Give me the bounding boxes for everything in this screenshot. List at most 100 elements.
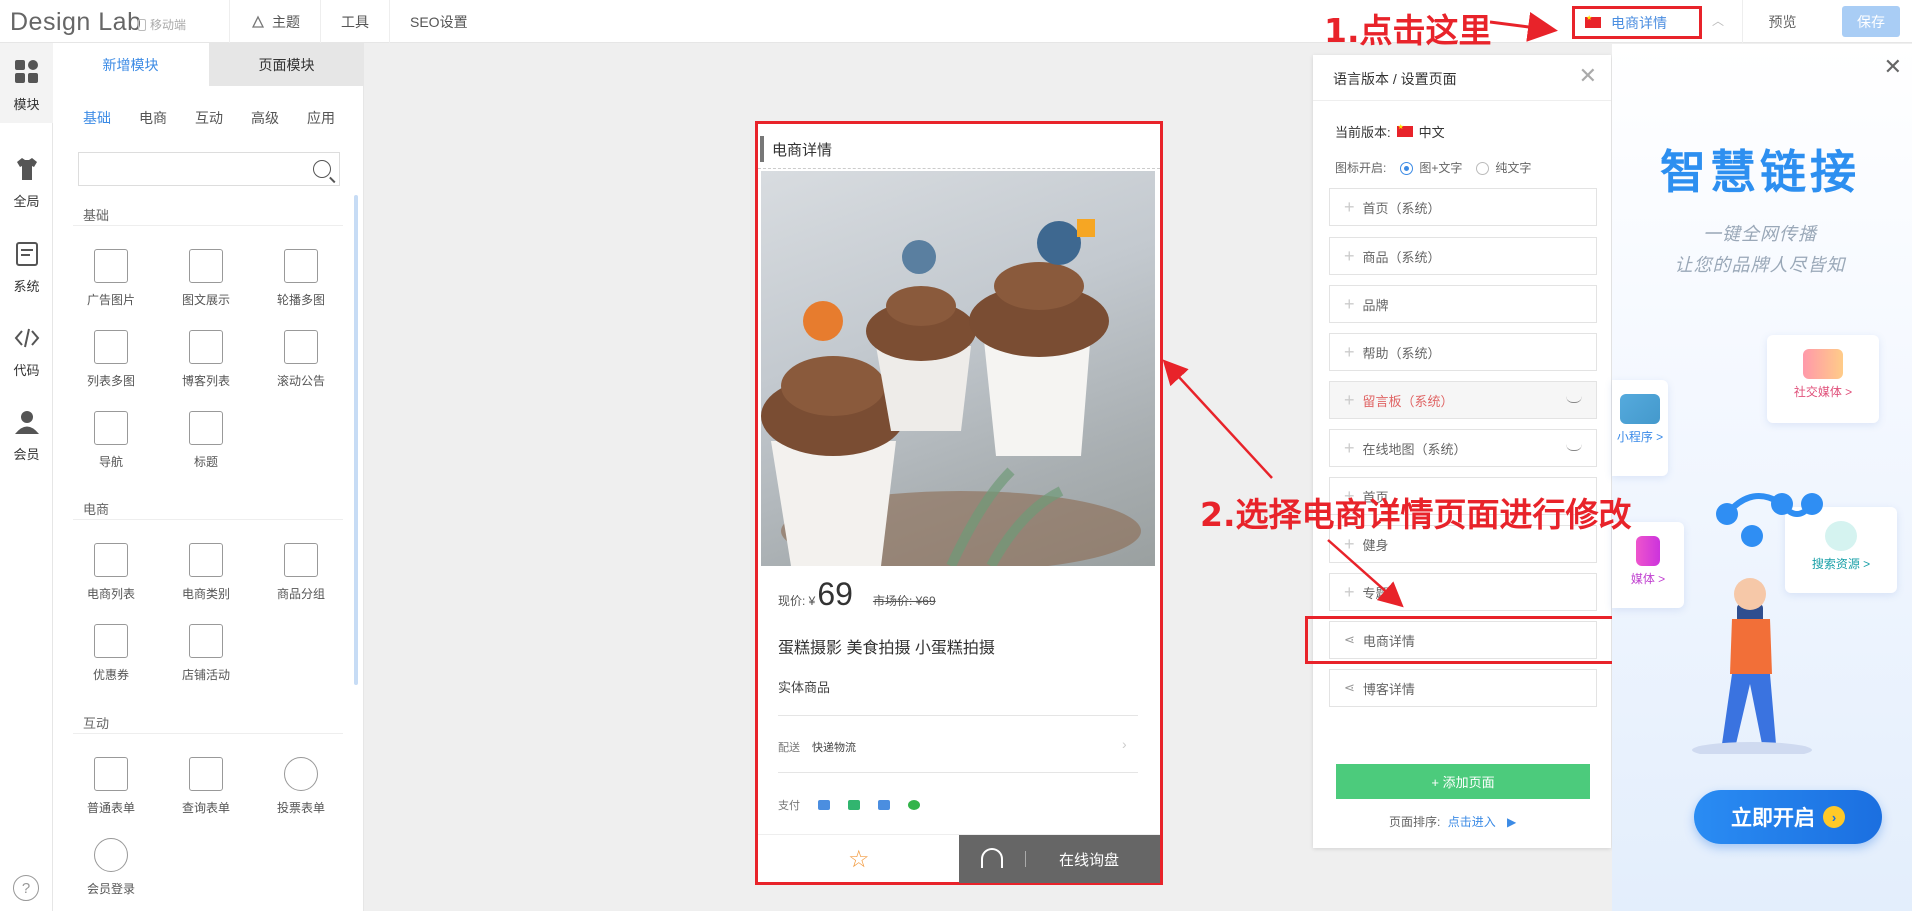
page-item[interactable]: + 首页（系统） [1329,188,1597,226]
social-media-icon [1803,349,1843,379]
rail-label: 模块 [13,97,40,112]
module-vote-form[interactable]: 投票表单 [261,757,341,816]
module-image-text[interactable]: 图文展示 [166,249,246,308]
module-ecom-category[interactable]: 电商类别 [166,543,246,602]
wechat-icon [908,800,920,810]
ad-card-social[interactable]: 社交媒体 > [1767,335,1879,423]
module-store-activity[interactable]: 店铺活动 [166,624,246,683]
page-sort-link[interactable]: 点击进入 [1448,815,1496,829]
rail-item-global[interactable]: 全局 [0,140,53,220]
nav-tools[interactable]: 工具 [320,0,389,43]
rail-item-system[interactable]: 系统 [0,225,53,305]
module-carousel[interactable]: 轮播多图 [261,249,341,308]
shipping-row[interactable]: 配送 快递物流 [778,739,856,755]
cta-label: 立即开启 [1731,807,1815,830]
plus-icon: + [1344,245,1355,266]
divider [758,168,1160,169]
plus-icon: + [1344,533,1355,554]
rail-item-member[interactable]: 会员 [0,393,53,473]
page-item[interactable]: + 商品（系统） [1329,237,1597,275]
start-now-button[interactable]: 立即开启 › [1694,790,1882,844]
subtab-apps[interactable]: 应用 [307,108,363,128]
module-blog-list[interactable]: 博客列表 [166,330,246,389]
module-search-input[interactable] [78,152,340,186]
china-flag-icon [1396,123,1413,137]
user-icon [14,411,39,434]
eye-closed-icon[interactable] [1566,396,1582,403]
arrow-to-phone [1162,359,1273,479]
subtab-ecom[interactable]: 电商 [139,108,195,128]
radio-checked [1400,162,1414,176]
current-version: 当前版本: 中文 [1335,122,1445,141]
module-member-login[interactable]: 会员登录 [71,838,151,897]
module-list-images[interactable]: 列表多图 [71,330,151,389]
rail-item-code[interactable]: 代码 [0,309,53,389]
radio-text-only[interactable]: 纯文字 [1476,159,1531,176]
page-item[interactable]: + 帮助（系统） [1329,333,1597,371]
module-title[interactable]: 标题 [166,411,246,470]
search-icon[interactable] [313,160,331,178]
code-icon [14,328,39,348]
phone-preview: 电商详情 现价: ¥ 69 市场价: ¥69 蛋糕摄影 美食拍摄 小蛋糕拍摄 实… [755,121,1163,885]
page-item[interactable]: + 在线地图（系统） [1329,429,1597,467]
subtab-interact[interactable]: 互动 [195,108,251,128]
highlight-box [1305,616,1629,664]
tab-add-module[interactable]: 新增模块 [53,43,208,86]
ad-card-label: 社交媒体 > [1793,385,1853,399]
mobile-mode-toggle[interactable]: 移动端 [138,16,186,33]
help-icon[interactable]: ? [13,875,39,901]
subtab-basic[interactable]: 基础 [83,108,139,128]
eye-closed-icon[interactable] [1566,444,1582,451]
favorite-star-icon[interactable]: ☆ [848,845,870,874]
search-doc-icon [189,757,223,791]
module-label: 普通表单 [86,801,135,815]
add-page-button[interactable]: + 添加页面 [1336,764,1590,799]
module-label: 电商类别 [181,587,230,601]
close-icon[interactable]: ✕ [1884,54,1902,80]
mobile-tag-label: 移动端 [150,18,187,32]
page-select-dropdown[interactable]: 电商详情 [1572,6,1702,39]
module-nav[interactable]: 导航 [71,411,151,470]
plus-icon: + [1344,196,1355,217]
close-icon[interactable]: ✕ [1579,63,1597,89]
shirt-icon [16,158,37,180]
nav-theme[interactable]: 主题 [229,0,320,43]
online-inquiry-button[interactable]: 在线询盘 [959,835,1160,883]
preview-button[interactable]: 预览 [1742,0,1822,43]
page-item[interactable]: + 品牌 [1329,285,1597,323]
top-bar: Design Lab 移动端 主题 工具 SEO设置 1.点击这里 电商详情 ︿… [0,0,1912,50]
ad-panel: ✕ 智慧链接 一键全网传播 让您的品牌人尽皆知 社交媒体 > 小程序 > 媒体 … [1612,44,1912,911]
page-select-label: 电商详情 [1611,14,1667,31]
page-sort-label: 页面排序: [1389,815,1441,829]
shield-icon [848,800,860,810]
product-name: 蛋糕摄影 美食拍摄 小蛋糕拍摄 [778,640,995,657]
annotation-step1: 1.点击这里 [1324,11,1492,50]
person-illustration [1692,493,1823,754]
cupcake-illustration [761,219,1141,566]
module-coupon[interactable]: 优惠券 [71,624,151,683]
page-item[interactable]: + 留言板（系统） [1329,381,1597,419]
chevron-up-icon[interactable]: ︿ [1712,12,1724,29]
module-ecom-list[interactable]: 电商列表 [71,543,151,602]
rail-item-modules[interactable]: 模块 [0,43,53,123]
payment-label: 支付 [778,800,800,812]
panel-scrollbar[interactable] [354,195,358,685]
page-item[interactable]: + 专题 [1329,573,1597,611]
product-image[interactable] [761,171,1155,566]
module-label: 广告图片 [86,293,135,307]
document-icon [15,242,38,266]
module-label: 导航 [98,455,123,469]
save-button[interactable]: 保存 [1842,6,1900,37]
page-item[interactable]: ⋖ 博客详情 [1329,669,1597,707]
radio-image-text[interactable]: 图+文字 [1400,159,1462,176]
module-label: 图文展示 [181,293,230,307]
tab-page-module[interactable]: 页面模块 [209,43,364,86]
shipping-value: 快递物流 [812,742,856,754]
module-scroll-notice[interactable]: 滚动公告 [261,330,341,389]
module-normal-form[interactable]: 普通表单 [71,757,151,816]
module-product-group[interactable]: 商品分组 [261,543,341,602]
nav-seo[interactable]: SEO设置 [389,0,488,43]
module-query-form[interactable]: 查询表单 [166,757,246,816]
module-ad-image[interactable]: 广告图片 [71,249,151,308]
subtab-advanced[interactable]: 高级 [251,108,307,128]
